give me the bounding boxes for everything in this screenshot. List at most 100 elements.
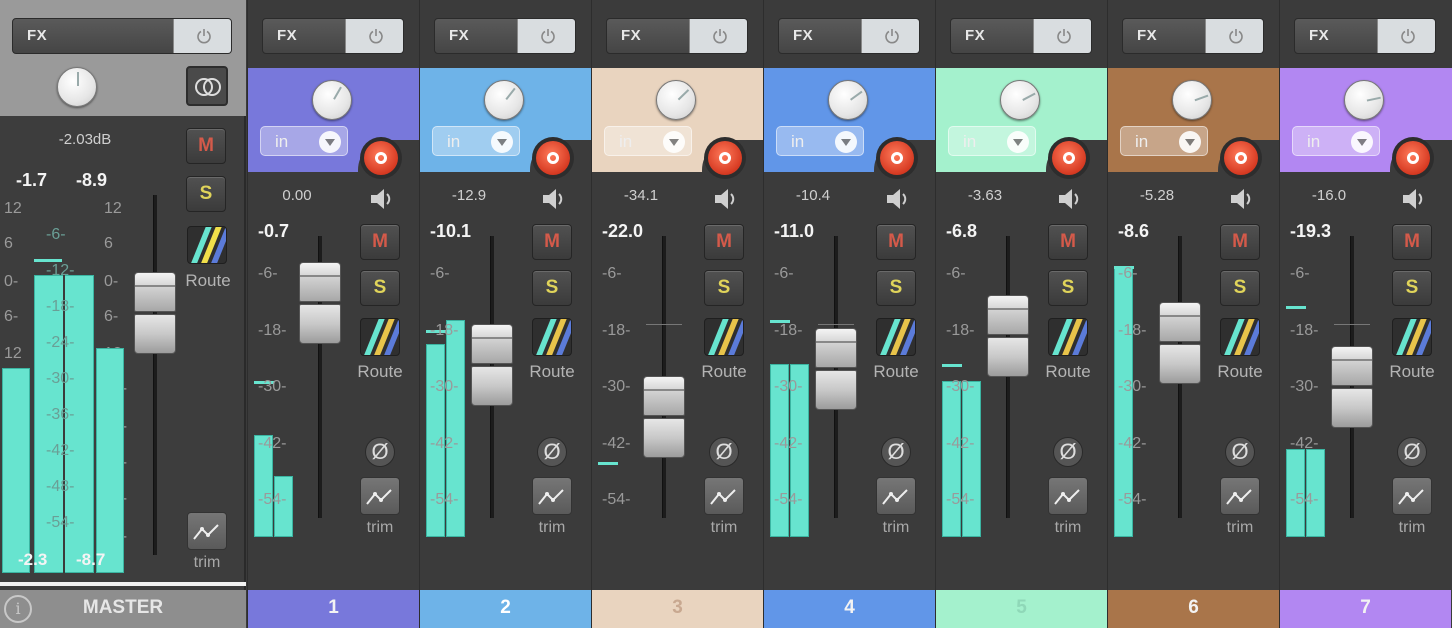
fx-button[interactable]: FX <box>262 18 404 54</box>
phase-invert-button[interactable]: Ø <box>709 437 739 467</box>
solo-button[interactable]: S <box>360 270 400 306</box>
phase-invert-button[interactable]: Ø <box>1397 437 1427 467</box>
volume-fader[interactable] <box>643 376 685 458</box>
fx-bypass-toggle[interactable] <box>1033 19 1091 53</box>
fx-button[interactable]: FX <box>778 18 920 54</box>
volume-fader[interactable] <box>815 328 857 410</box>
mute-button[interactable]: M <box>1392 224 1432 260</box>
trim-button[interactable] <box>1392 477 1432 515</box>
input-selector[interactable]: in <box>260 126 348 156</box>
speaker-icon[interactable] <box>712 186 740 217</box>
record-arm-button[interactable] <box>876 137 918 179</box>
fx-button[interactable]: FX <box>950 18 1092 54</box>
mute-button[interactable]: M <box>1220 224 1260 260</box>
input-selector[interactable]: in <box>776 126 864 156</box>
volume-fader[interactable] <box>1331 346 1373 428</box>
solo-button[interactable]: S <box>1048 270 1088 306</box>
speaker-icon[interactable] <box>884 186 912 217</box>
track-name-bar[interactable]: 6 <box>1108 590 1279 628</box>
trim-button[interactable] <box>876 477 916 515</box>
volume-fader[interactable] <box>299 262 341 344</box>
fx-bypass-toggle[interactable] <box>517 19 575 53</box>
fx-button[interactable]: FX <box>1294 18 1436 54</box>
volume-fader[interactable] <box>1159 302 1201 384</box>
route-button[interactable] <box>1392 318 1432 356</box>
fx-bypass-toggle[interactable] <box>1205 19 1263 53</box>
speaker-icon[interactable] <box>1400 186 1428 217</box>
pan-knob[interactable] <box>828 80 868 120</box>
mute-button[interactable]: M <box>876 224 916 260</box>
pan-knob[interactable] <box>312 80 352 120</box>
fx-bypass-toggle[interactable] <box>861 19 919 53</box>
speaker-icon[interactable] <box>540 186 568 217</box>
track-name-bar[interactable]: 3 <box>592 590 763 628</box>
record-arm-button[interactable] <box>532 137 574 179</box>
route-button[interactable] <box>876 318 916 356</box>
phase-invert-button[interactable]: Ø <box>365 437 395 467</box>
pan-knob[interactable] <box>1172 80 1212 120</box>
phase-invert-button[interactable]: Ø <box>537 437 567 467</box>
solo-button[interactable]: S <box>532 270 572 306</box>
input-selector[interactable]: in <box>1120 126 1208 156</box>
record-arm-button[interactable] <box>1220 137 1262 179</box>
pan-knob[interactable] <box>656 80 696 120</box>
route-button[interactable] <box>1220 318 1260 356</box>
record-arm-button[interactable] <box>1392 137 1434 179</box>
volume-fader[interactable] <box>471 324 513 406</box>
track-name-bar[interactable]: 2 <box>420 590 591 628</box>
solo-button[interactable]: S <box>704 270 744 306</box>
master-fx-button[interactable]: FX <box>12 18 232 54</box>
solo-button[interactable]: S <box>876 270 916 306</box>
route-button[interactable] <box>360 318 400 356</box>
fx-bypass-toggle[interactable] <box>689 19 747 53</box>
input-selector[interactable]: in <box>432 126 520 156</box>
input-selector[interactable]: in <box>604 126 692 156</box>
speaker-icon[interactable] <box>1228 186 1256 217</box>
input-selector[interactable]: in <box>1292 126 1380 156</box>
track-name-bar[interactable]: 7 <box>1280 590 1451 628</box>
fx-button[interactable]: FX <box>1122 18 1264 54</box>
fx-button[interactable]: FX <box>434 18 576 54</box>
record-arm-button[interactable] <box>1048 137 1090 179</box>
pan-knob[interactable] <box>1000 80 1040 120</box>
record-arm-button[interactable] <box>704 137 746 179</box>
phase-invert-button[interactable]: Ø <box>881 437 911 467</box>
fx-bypass-toggle[interactable] <box>173 19 231 53</box>
trim-button[interactable] <box>1220 477 1260 515</box>
record-arm-button[interactable] <box>360 137 402 179</box>
mute-button[interactable]: M <box>360 224 400 260</box>
fx-bypass-toggle[interactable] <box>1377 19 1435 53</box>
solo-button[interactable]: S <box>1220 270 1260 306</box>
stereo-toggle[interactable] <box>186 66 228 106</box>
track-name-bar[interactable]: 5 <box>936 590 1107 628</box>
track-name-bar[interactable]: 4 <box>764 590 935 628</box>
speaker-icon[interactable] <box>1056 186 1084 217</box>
phase-invert-button[interactable]: Ø <box>1225 437 1255 467</box>
trim-button[interactable] <box>704 477 744 515</box>
track-name-bar[interactable]: 1 <box>248 590 419 628</box>
input-selector[interactable]: in <box>948 126 1036 156</box>
pan-knob[interactable] <box>484 80 524 120</box>
mute-button[interactable]: M <box>704 224 744 260</box>
trim-button[interactable] <box>360 477 400 515</box>
route-button[interactable] <box>1048 318 1088 356</box>
master-route-button[interactable] <box>187 226 227 264</box>
master-pan-knob[interactable] <box>57 67 97 107</box>
fx-bypass-toggle[interactable] <box>345 19 403 53</box>
master-trim-button[interactable] <box>187 512 227 550</box>
master-fader[interactable] <box>134 272 176 354</box>
route-button[interactable] <box>532 318 572 356</box>
mute-button[interactable]: M <box>532 224 572 260</box>
route-button[interactable] <box>704 318 744 356</box>
pan-knob[interactable] <box>1344 80 1384 120</box>
speaker-icon[interactable] <box>368 186 396 217</box>
mute-button[interactable]: M <box>1048 224 1088 260</box>
trim-button[interactable] <box>532 477 572 515</box>
phase-invert-button[interactable]: Ø <box>1053 437 1083 467</box>
master-solo-button[interactable]: S <box>186 176 226 212</box>
volume-fader[interactable] <box>987 295 1029 377</box>
fx-button[interactable]: FX <box>606 18 748 54</box>
master-mute-button[interactable]: M <box>186 128 226 164</box>
info-icon[interactable]: i <box>4 595 32 623</box>
master-name-bar[interactable]: MASTER <box>0 590 246 628</box>
